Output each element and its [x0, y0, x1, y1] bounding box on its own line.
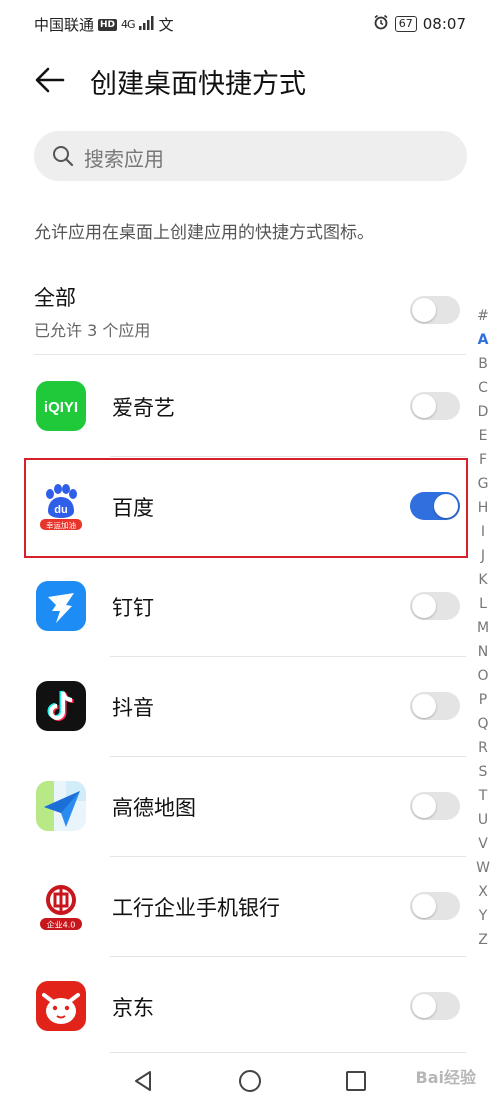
index-letter[interactable]: P — [471, 688, 495, 712]
app-row-icbc[interactable]: 企业4.0 工行企业手机银行 — [34, 856, 460, 956]
app-row-iqiyi[interactable]: iQIYI 爱奇艺 — [34, 356, 460, 456]
app-toggle-icbc[interactable] — [410, 892, 460, 920]
dingtalk-icon — [36, 581, 86, 631]
toggle-knob — [412, 394, 436, 418]
nav-home-button[interactable] — [237, 1068, 263, 1094]
svg-text:iQIYI: iQIYI — [44, 399, 78, 416]
toggle-knob — [412, 994, 436, 1018]
index-letter[interactable]: # — [471, 304, 495, 328]
index-letter[interactable]: X — [471, 880, 495, 904]
app-row-amap[interactable]: 高德地图 — [34, 756, 460, 856]
index-letter[interactable]: Z — [471, 928, 495, 952]
index-letter[interactable]: R — [471, 736, 495, 760]
app-row-jd[interactable]: 京东 — [34, 956, 460, 1056]
arrow-left-icon — [35, 67, 65, 93]
toggle-knob — [412, 694, 436, 718]
index-letter[interactable]: O — [471, 664, 495, 688]
status-left: 中国联通 HD 4G 文 — [34, 14, 174, 35]
triangle-back-icon — [135, 1071, 151, 1091]
index-letter[interactable]: D — [471, 400, 495, 424]
all-title: 全部 — [34, 286, 76, 310]
back-button[interactable] — [32, 62, 68, 98]
index-letter[interactable]: Q — [471, 712, 495, 736]
app-row-baidu[interactable]: du 幸运加油 百度 — [34, 456, 460, 556]
index-letter[interactable]: K — [471, 568, 495, 592]
alarm-icon — [373, 14, 389, 34]
toggle-knob — [434, 494, 458, 518]
index-letter[interactable]: V — [471, 832, 495, 856]
translate-icon: 文 — [158, 16, 174, 34]
index-letter[interactable]: H — [471, 496, 495, 520]
search-icon — [53, 146, 74, 167]
index-letter[interactable]: U — [471, 808, 495, 832]
description-text: 允许应用在桌面上创建应用的快捷方式图标。 — [34, 223, 374, 243]
app-toggle-douyin[interactable] — [410, 692, 460, 720]
toggle-knob — [412, 298, 436, 322]
toggle-knob — [412, 794, 436, 818]
index-letter[interactable]: J — [471, 544, 495, 568]
icbc-icon: 企业4.0 — [36, 881, 86, 931]
index-letter[interactable]: G — [471, 472, 495, 496]
svg-text:幸运加油: 幸运加油 — [46, 520, 76, 530]
carrier-label: 中国联通 — [34, 16, 95, 34]
all-toggle[interactable] — [410, 296, 460, 324]
alphabet-index[interactable]: # A B C D E F G H I J K L M N O P Q R S T U V W X Y Z — [471, 304, 495, 952]
index-letter[interactable]: C — [471, 376, 495, 400]
hd-icon: HD — [98, 18, 118, 31]
app-row-douyin[interactable]: 抖音 — [34, 656, 460, 756]
index-letter[interactable]: L — [471, 592, 495, 616]
app-name: 京东 — [112, 996, 154, 1020]
iqiyi-icon: iQIYI — [36, 381, 86, 431]
toggle-knob — [412, 594, 436, 618]
douyin-icon — [36, 681, 86, 731]
clock: 08:07 — [422, 15, 466, 33]
app-name: 百度 — [112, 496, 154, 520]
toggle-knob — [412, 894, 436, 918]
index-letter[interactable]: B — [471, 352, 495, 376]
svg-text:du: du — [54, 504, 67, 516]
signal-icon — [138, 15, 155, 34]
status-bar: 中国联通 HD 4G 文 67 08:07 — [0, 0, 500, 48]
app-toggle-baidu[interactable] — [410, 492, 460, 520]
index-letter[interactable]: E — [471, 424, 495, 448]
index-letter[interactable]: S — [471, 760, 495, 784]
jd-icon — [36, 981, 86, 1031]
app-name: 高德地图 — [112, 796, 196, 820]
header: 创建桌面快捷方式 — [0, 50, 500, 110]
index-letter[interactable]: M — [471, 616, 495, 640]
app-toggle-dingtalk[interactable] — [410, 592, 460, 620]
network-type: 4G — [121, 18, 135, 31]
page-title: 创建桌面快捷方式 — [90, 69, 306, 100]
app-row-dingtalk[interactable]: 钉钉 — [34, 556, 460, 656]
watermark: Bai经验 — [415, 1068, 476, 1087]
amap-icon — [36, 781, 86, 831]
status-right: 67 08:07 — [373, 14, 466, 34]
index-letter[interactable]: T — [471, 784, 495, 808]
baidu-icon: du 幸运加油 — [36, 481, 86, 531]
battery-icon: 67 — [394, 16, 417, 32]
circle-home-icon — [239, 1070, 261, 1092]
nav-back-button[interactable] — [131, 1068, 157, 1094]
app-toggle-amap[interactable] — [410, 792, 460, 820]
index-letter[interactable]: F — [471, 448, 495, 472]
app-name: 钉钉 — [112, 596, 154, 620]
app-name: 爱奇艺 — [112, 396, 175, 420]
index-letter[interactable]: N — [471, 640, 495, 664]
index-letter[interactable]: Y — [471, 904, 495, 928]
search-input[interactable]: 搜索应用 — [34, 131, 467, 181]
divider — [34, 354, 466, 355]
svg-text:企业4.0: 企业4.0 — [47, 920, 76, 930]
nav-recents-button[interactable] — [343, 1068, 369, 1094]
all-apps-row: 全部 已允许 3 个应用 — [34, 280, 460, 352]
index-letter[interactable]: I — [471, 520, 495, 544]
all-subtitle: 已允许 3 个应用 — [34, 321, 151, 340]
app-toggle-jd[interactable] — [410, 992, 460, 1020]
app-name: 工行企业手机银行 — [112, 896, 280, 920]
square-recents-icon — [346, 1071, 366, 1091]
app-toggle-iqiyi[interactable] — [410, 392, 460, 420]
index-letter[interactable]: A — [471, 328, 495, 352]
index-letter[interactable]: W — [471, 856, 495, 880]
search-placeholder: 搜索应用 — [84, 147, 164, 171]
app-name: 抖音 — [112, 696, 154, 720]
